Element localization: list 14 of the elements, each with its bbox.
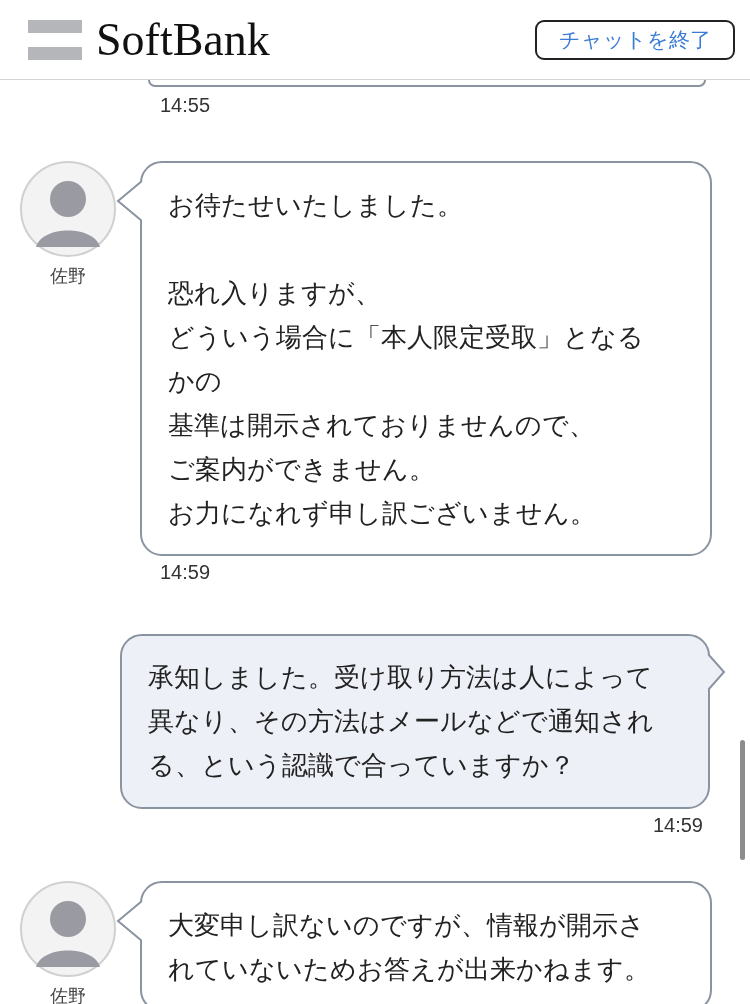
logo-text: SoftBank [96, 14, 270, 65]
agent-name: 佐野 [50, 265, 86, 288]
timestamp: 14:55 [160, 94, 211, 116]
timestamp: 14:59 [160, 561, 211, 583]
agent-name: 佐野 [50, 985, 86, 1004]
timestamp: 14:59 [652, 813, 703, 838]
message-text: お待たせいたしました。 [168, 189, 464, 222]
end-chat-button[interactable]: チャットを終了 [535, 19, 735, 60]
message-text: 大変申し訳ないのですが、情報が開示さ れていないためお答えが出来かねます。 [168, 909, 651, 986]
avatar-icon [20, 161, 116, 257]
message-text: 承知しました。受け取り方法は人によって 異なり、その方法はメールなどで通知され る、という認識で合っていますか？ [148, 661, 655, 782]
logo-icon [28, 19, 82, 60]
message-text: 恐れ入りますが、 どういう場合に「本人限定受取」となる かの 基準は開示されておりませんので、 ご案内ができません。 お力になれず申し訳ございません。 [168, 277, 645, 530]
avatar-icon [20, 881, 116, 977]
